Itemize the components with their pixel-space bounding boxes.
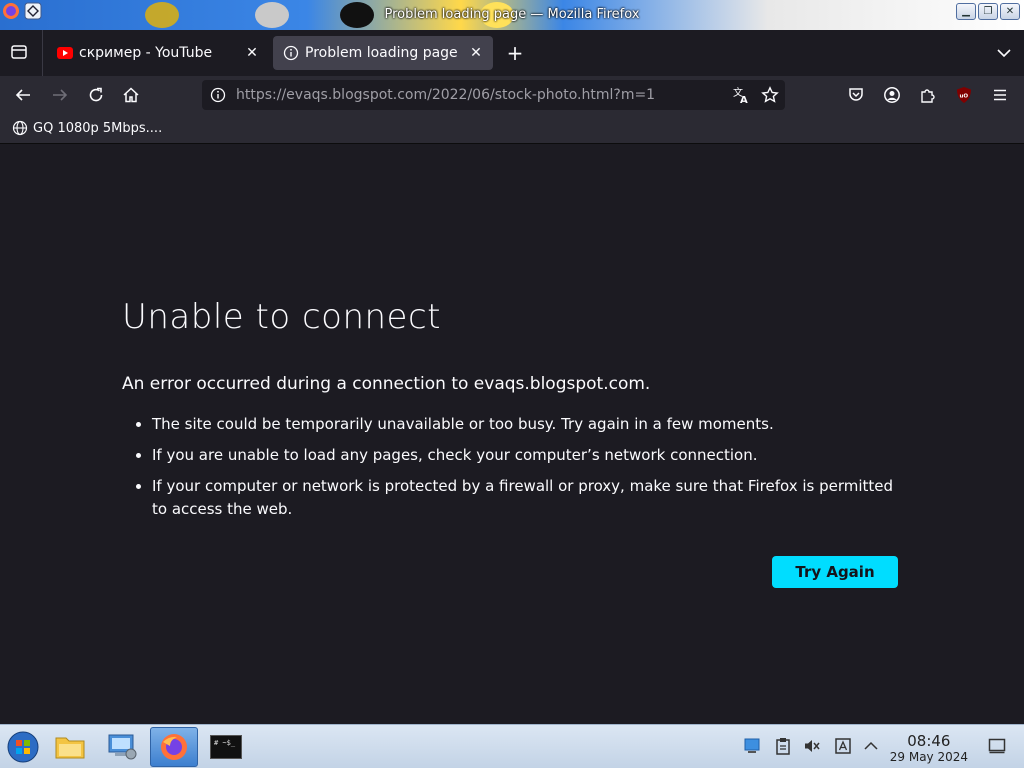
- window-title: Problem loading page — Mozilla Firefox: [384, 7, 640, 22]
- puzzle-icon: [921, 89, 935, 103]
- firefox-view-button[interactable]: [6, 39, 32, 65]
- home-icon: [123, 87, 139, 103]
- start-button[interactable]: [0, 727, 46, 767]
- navigation-toolbar: https://evaqs.blogspot.com/2022/06/stock…: [0, 76, 1024, 114]
- url-bar[interactable]: https://evaqs.blogspot.com/2022/06/stock…: [202, 80, 785, 110]
- ublock-origin-icon: uO: [957, 87, 971, 103]
- firefox-icon: [161, 734, 187, 760]
- tray-network[interactable]: [743, 737, 761, 755]
- globe-icon: [12, 120, 28, 136]
- tray-volume[interactable]: [803, 737, 821, 755]
- arrow-right-icon: [53, 89, 68, 101]
- bookmarks-toolbar: GQ 1080p 5Mbps....: [0, 114, 1024, 144]
- tab-label: скример - YouTube: [79, 45, 213, 61]
- pocket-button[interactable]: [843, 82, 869, 108]
- tray-keyboard-layout[interactable]: [834, 737, 852, 755]
- bookmark-star-icon[interactable]: [761, 86, 779, 104]
- taskbar: # ~$_ 08:46 29 May 2024: [0, 724, 1024, 768]
- tab-close-button[interactable]: ✕: [467, 44, 485, 62]
- url-text[interactable]: https://evaqs.blogspot.com/2022/06/stock…: [236, 87, 655, 103]
- tab-label: Problem loading page: [305, 45, 458, 61]
- app-menu-button[interactable]: [987, 82, 1013, 108]
- url-path: /2022/06/stock-photo.html?m=1: [427, 87, 656, 103]
- error-page: Unable to connect An error occurred duri…: [0, 145, 1024, 724]
- taskbar-clock[interactable]: 08:46 29 May 2024: [890, 732, 968, 764]
- translate-icon[interactable]: 文 A: [732, 86, 750, 104]
- terminal-icon: # ~$_: [210, 735, 242, 759]
- list-all-tabs-button[interactable]: [991, 40, 1017, 66]
- account-icon: [884, 87, 900, 103]
- maximize-button[interactable]: ❐: [978, 3, 998, 20]
- arrow-left-icon: [15, 89, 30, 101]
- tab-problem-loading[interactable]: Problem loading page ✕: [273, 36, 493, 70]
- tab-youtube[interactable]: скример - YouTube ✕: [47, 36, 269, 70]
- tab-strip-divider: [42, 30, 43, 76]
- clipboard-icon: [776, 738, 790, 755]
- account-button[interactable]: [879, 82, 905, 108]
- taskbar-terminal[interactable]: # ~$_: [203, 727, 249, 767]
- back-button[interactable]: [10, 82, 36, 108]
- bookmark-item[interactable]: GQ 1080p 5Mbps....: [12, 120, 162, 136]
- chevron-down-icon: [997, 49, 1011, 58]
- volume-muted-icon: [805, 740, 820, 752]
- tray-expand-button[interactable]: [862, 737, 880, 755]
- reload-button[interactable]: [83, 82, 109, 108]
- list-item: If your computer or network is protected…: [152, 475, 912, 521]
- error-suggestions-list: The site could be temporarily unavailabl…: [122, 413, 912, 529]
- tab-close-button[interactable]: ✕: [243, 44, 261, 62]
- forward-button[interactable]: [47, 82, 73, 108]
- folder-icon: [55, 737, 85, 759]
- error-title: Unable to connect: [122, 297, 441, 337]
- tray-clipboard[interactable]: [774, 737, 792, 755]
- home-button[interactable]: [118, 82, 144, 108]
- reload-icon: [89, 87, 103, 102]
- list-item: The site could be temporarily unavailabl…: [152, 413, 912, 436]
- bookmark-label: GQ 1080p 5Mbps....: [33, 120, 163, 136]
- show-desktop-button[interactable]: [988, 737, 1006, 755]
- svg-text:uO: uO: [960, 94, 969, 100]
- clock-time: 08:46: [907, 732, 951, 750]
- close-window-button[interactable]: ✕: [1000, 3, 1020, 20]
- minimize-button[interactable]: ▁: [956, 3, 976, 20]
- youtube-icon: [57, 47, 73, 59]
- keyboard-layout-icon: [835, 738, 851, 754]
- info-icon: [283, 45, 299, 61]
- pocket-icon: [849, 88, 863, 101]
- try-again-button[interactable]: Try Again: [772, 556, 898, 588]
- hamburger-menu-icon: [994, 89, 1006, 101]
- firefox-view-icon: [11, 45, 27, 59]
- tab-strip: скример - YouTube ✕ Problem loading page…: [0, 30, 1024, 76]
- url-host: https://evaqs.blogspot.com: [236, 87, 428, 103]
- ublock-origin-button[interactable]: uO: [951, 82, 977, 108]
- svg-text:A: A: [740, 95, 748, 104]
- new-tab-button[interactable]: +: [502, 40, 528, 66]
- clock-date: 29 May 2024: [889, 750, 968, 764]
- window-titlebar[interactable]: Problem loading page — Mozilla Firefox ▁…: [0, 0, 1024, 30]
- network-icon: [744, 738, 760, 753]
- taskbar-system-settings[interactable]: [99, 727, 145, 767]
- extensions-button[interactable]: [915, 82, 941, 108]
- taskbar-firefox[interactable]: [150, 727, 198, 767]
- site-info-icon[interactable]: [210, 87, 226, 103]
- computer-settings-icon: [108, 734, 137, 760]
- error-message: An error occurred during a connection to…: [122, 374, 651, 394]
- chevron-up-icon: [864, 741, 878, 750]
- desktop-icon: [988, 738, 1006, 754]
- list-item: If you are unable to load any pages, che…: [152, 444, 912, 467]
- taskbar-file-manager[interactable]: [47, 727, 93, 767]
- start-orb-icon: [7, 731, 39, 763]
